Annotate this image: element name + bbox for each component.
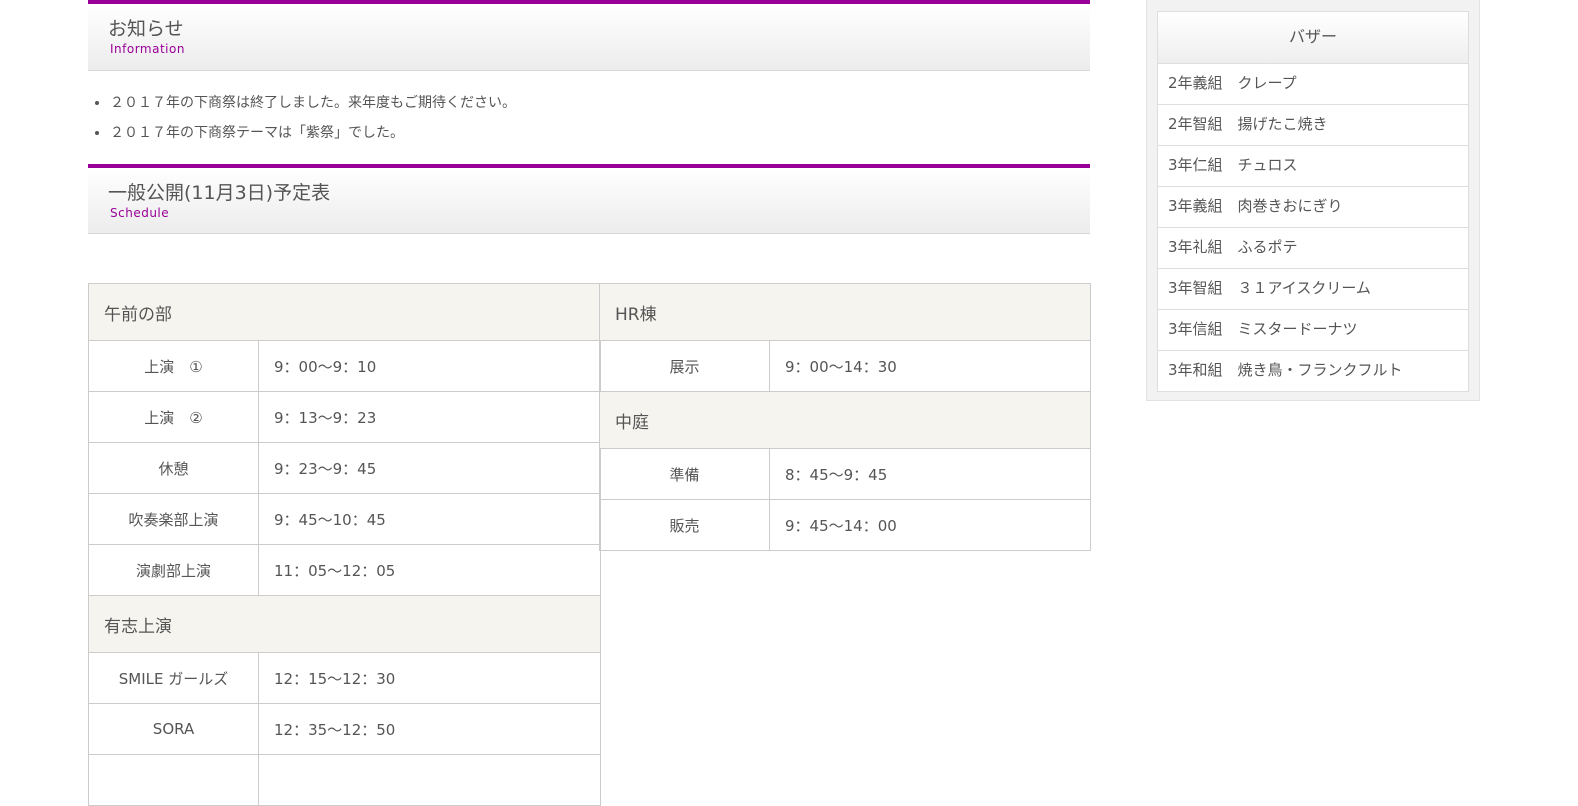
row-label: 展示 bbox=[599, 340, 770, 392]
row-time: 9：23〜9：45 bbox=[258, 442, 601, 494]
row-time: 9：00〜14：30 bbox=[768, 340, 1092, 392]
row-label: 演劇部上演 bbox=[88, 544, 259, 596]
bazaar-item: 3年礼組 ふるポテ bbox=[1157, 228, 1469, 269]
row-label: 上演 ① bbox=[88, 340, 259, 392]
bazaar-item: 3年義組 肉巻きおにぎり bbox=[1157, 187, 1469, 228]
schedule-table-right: HR棟 展示 9：00〜14：30 中庭 準備 8：45〜9：45 販売 9：4… bbox=[598, 283, 1092, 551]
table-row: 上演 ② 9：13〜9：23 bbox=[88, 391, 601, 443]
row-time: 9：13〜9：23 bbox=[258, 391, 601, 443]
bazaar-item: 2年義組 クレープ bbox=[1157, 64, 1469, 105]
table-row: SORA 12：35〜12：50 bbox=[88, 703, 601, 755]
schedule-section-header: 一般公開(11月3日)予定表 Schedule bbox=[88, 164, 1090, 234]
bazaar-widget: バザー 2年義組 クレープ 2年智組 揚げたこ焼き 3年仁組 チュロス 3年義組… bbox=[1146, 0, 1480, 401]
row-time: 8：45〜9：45 bbox=[768, 448, 1092, 500]
info-item: ２０１７年の下商祭は終了しました。来年度もご期待ください。 bbox=[110, 88, 516, 118]
table-row: 演劇部上演 11：05〜12：05 bbox=[88, 544, 601, 596]
schedule-subtitle: Schedule bbox=[110, 206, 170, 220]
row-label: 準備 bbox=[599, 448, 770, 500]
table-row: 休憩 9：23〜9：45 bbox=[88, 442, 601, 494]
bazaar-item: 3年智組 ３１アイスクリーム bbox=[1157, 269, 1469, 310]
row-time: 9：00〜9：10 bbox=[258, 340, 601, 392]
info-item: ２０１７年の下商祭テーマは「紫祭」でした。 bbox=[110, 118, 516, 148]
row-label-partial bbox=[88, 754, 259, 806]
row-label: 吹奏楽部上演 bbox=[88, 493, 259, 545]
volunteer-header: 有志上演 bbox=[88, 595, 601, 653]
table-row: SMILE ガールズ 12：15〜12：30 bbox=[88, 652, 601, 704]
row-time: 9：45〜10：45 bbox=[258, 493, 601, 545]
table-row bbox=[88, 754, 601, 806]
info-title: お知らせ bbox=[108, 18, 184, 40]
hr-building-header: HR棟 bbox=[598, 283, 1092, 341]
table-row: 展示 9：00〜14：30 bbox=[599, 340, 1092, 392]
table-row: 準備 8：45〜9：45 bbox=[599, 448, 1092, 500]
bazaar-item: 3年信組 ミスタードーナツ bbox=[1157, 310, 1469, 351]
bazaar-item: 3年和組 焼き鳥・フランクフルト bbox=[1157, 351, 1469, 392]
row-time: 12：35〜12：50 bbox=[258, 703, 601, 755]
info-subtitle: Information bbox=[110, 42, 185, 56]
morning-header: 午前の部 bbox=[88, 283, 601, 341]
row-label: SMILE ガールズ bbox=[88, 652, 259, 704]
bazaar-title: バザー bbox=[1157, 11, 1469, 64]
row-time: 12：15〜12：30 bbox=[258, 652, 601, 704]
row-label: 上演 ② bbox=[88, 391, 259, 443]
row-time: 9：45〜14：00 bbox=[768, 499, 1092, 551]
row-time-partial bbox=[258, 754, 601, 806]
row-time: 11：05〜12：05 bbox=[258, 544, 601, 596]
schedule-title: 一般公開(11月3日)予定表 bbox=[108, 182, 331, 204]
schedule-table-left: 午前の部 上演 ① 9：00〜9：10 上演 ② 9：13〜9：23 休憩 9：… bbox=[88, 283, 601, 806]
info-section-header: お知らせ Information bbox=[88, 0, 1090, 71]
table-row: 上演 ① 9：00〜9：10 bbox=[88, 340, 601, 392]
table-row: 吹奏楽部上演 9：45〜10：45 bbox=[88, 493, 601, 545]
row-label: 販売 bbox=[599, 499, 770, 551]
bazaar-item: 3年仁組 チュロス bbox=[1157, 146, 1469, 187]
table-row: 販売 9：45〜14：00 bbox=[599, 499, 1092, 551]
courtyard-header: 中庭 bbox=[598, 391, 1092, 449]
row-label: SORA bbox=[88, 703, 259, 755]
bazaar-item: 2年智組 揚げたこ焼き bbox=[1157, 105, 1469, 146]
info-list: ２０１７年の下商祭は終了しました。来年度もご期待ください。 ２０１７年の下商祭テ… bbox=[94, 88, 516, 148]
bazaar-list: 2年義組 クレープ 2年智組 揚げたこ焼き 3年仁組 チュロス 3年義組 肉巻き… bbox=[1157, 64, 1469, 392]
row-label: 休憩 bbox=[88, 442, 259, 494]
